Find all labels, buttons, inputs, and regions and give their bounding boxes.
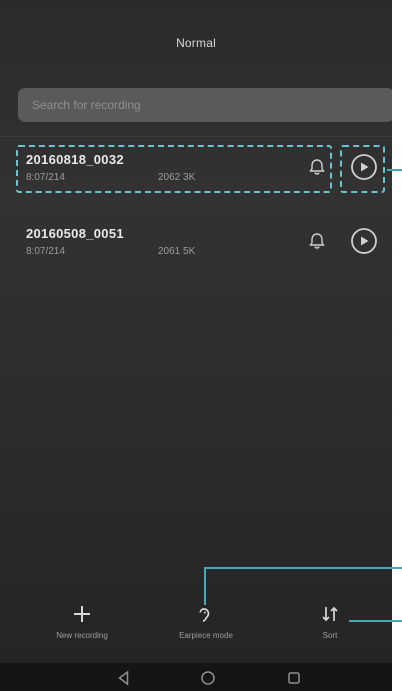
play-button-callout [340,145,385,193]
list-divider [0,136,392,137]
list-divider [0,206,392,207]
new-recording-button[interactable]: New recording [22,600,142,640]
recorder-screen: Normal 20160818_0032 8:07/214 2062 3K 20… [0,0,392,691]
page-margin [392,0,402,691]
recording-info-callout [16,145,332,193]
new-recording-label: New recording [56,631,108,640]
list-item-recording-2[interactable]: 20160508_0051 8:07/214 2061 5K [0,226,392,294]
callout-leader-line [387,169,402,171]
search-input[interactable] [18,88,392,122]
back-icon[interactable] [112,670,136,686]
recents-icon[interactable] [282,670,306,686]
callout-leader-line [349,620,402,622]
callout-leader-line [204,567,402,569]
recording-name: 20160508_0051 [26,226,124,241]
recording-size: 2061 5K [158,246,196,257]
bottom-action-bar: New recording Earpiece mode Sort [0,600,392,648]
sort-label: Sort [322,631,338,640]
earpiece-mode-label: Earpiece mode [179,631,233,640]
search-field[interactable] [18,88,392,122]
callout-leader-line [204,567,206,605]
system-nav-bar [0,663,392,691]
ear-icon [146,600,266,628]
home-icon[interactable] [196,670,220,686]
bell-icon[interactable] [308,232,326,250]
play-icon[interactable] [350,227,378,255]
earpiece-mode-button[interactable]: Earpiece mode [146,600,266,640]
recording-date: 8:07/214 [26,246,65,257]
page-title: Normal [176,36,216,50]
plus-icon [22,600,142,628]
sort-icon [270,600,390,628]
